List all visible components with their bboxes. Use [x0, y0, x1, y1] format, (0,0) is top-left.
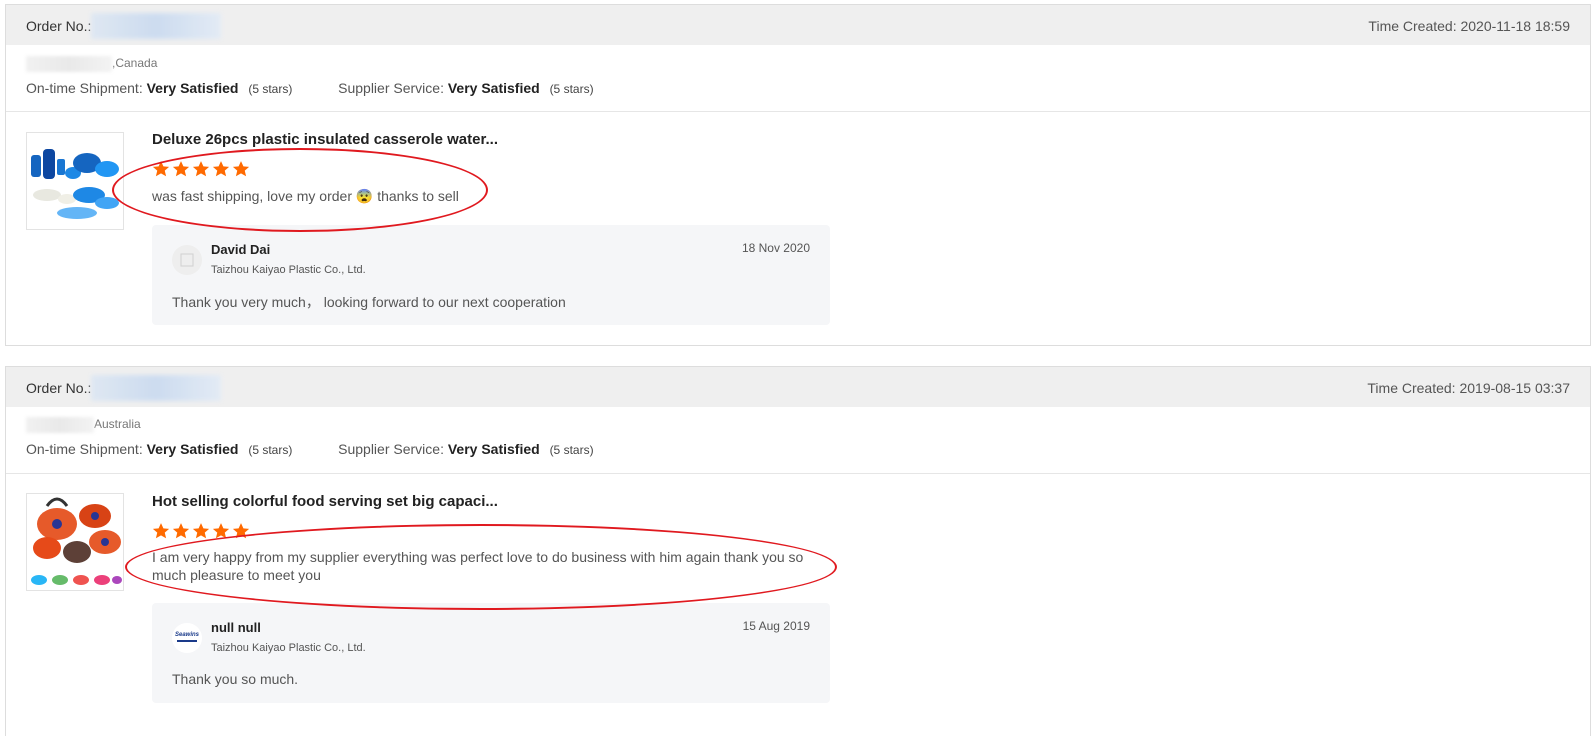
- replier-company: Taizhou Kaiyao Plastic Co., Ltd.: [211, 642, 366, 654]
- supplier-reply: David Dai Taizhou Kaiyao Plastic Co., Lt…: [152, 225, 830, 325]
- buyer-name-redacted: [26, 56, 112, 72]
- buyer-country: Australia: [94, 417, 141, 432]
- ratings-row: On-time Shipment: Very Satisfied (5 star…: [26, 441, 594, 457]
- supplier-service-label: Supplier Service:: [338, 441, 444, 457]
- supplier-service-value: Very Satisfied: [447, 441, 540, 457]
- supplier-logo-avatar: Seawins: [172, 623, 202, 653]
- on-time-shipment-value: Very Satisfied: [146, 441, 239, 457]
- supplier-service-label: Supplier Service:: [338, 80, 444, 96]
- review-star-rating: [152, 522, 252, 540]
- time-created: Time Created: 2020-11-18 18:59: [1368, 18, 1570, 34]
- star-icon: [232, 161, 250, 177]
- supplier-logo-text: Seawins: [175, 632, 200, 638]
- reply-date: 18 Nov 2020: [741, 241, 810, 255]
- reply-text: Thank you very much， looking forward to …: [172, 294, 566, 310]
- buyer-name-redacted: [26, 417, 94, 433]
- reply-date: 15 Aug 2019: [742, 619, 810, 633]
- ratings-row: On-time Shipment: Very Satisfied (5 star…: [26, 80, 594, 96]
- divider: [6, 473, 1590, 474]
- on-time-shipment-value: Very Satisfied: [146, 80, 239, 96]
- reply-text: Thank you so much.: [172, 671, 299, 687]
- time-created: Time Created: 2019-08-15 03:37: [1367, 380, 1570, 396]
- star-icon: [212, 161, 230, 177]
- buyer-location: ,Canada: [26, 56, 157, 72]
- star-icon: [192, 161, 210, 177]
- product-title-link[interactable]: Deluxe 26pcs plastic insulated casserole…: [152, 131, 498, 148]
- buyer-country: ,Canada: [112, 56, 158, 71]
- review-text: was fast shipping, love my order 😨 thank…: [152, 188, 459, 204]
- on-time-shipment-stars: (5 stars): [248, 443, 293, 457]
- star-icon: [152, 161, 170, 177]
- product-title-link[interactable]: Hot selling colorful food serving set bi…: [152, 493, 498, 510]
- order-header: Order No.: Time Created: 2019-08-15 03:3…: [6, 367, 1590, 407]
- replier-name: David Dai: [211, 242, 271, 257]
- supplier-reply: Seawins null null Taizhou Kaiyao Plastic…: [152, 603, 830, 703]
- on-time-shipment-stars: (5 stars): [248, 82, 293, 96]
- star-icon: [172, 161, 190, 177]
- buyer-location: Australia: [26, 417, 141, 433]
- order-number-redacted: [91, 13, 221, 39]
- review-text: I am very happy from my supplier everyth…: [152, 549, 804, 583]
- replier-name: null null: [211, 620, 261, 635]
- on-time-shipment-label: On-time Shipment:: [26, 441, 143, 457]
- star-icon: [172, 523, 190, 539]
- divider: [6, 111, 1590, 112]
- star-icon: [232, 523, 250, 539]
- product-thumbnail[interactable]: [26, 132, 124, 230]
- supplier-service-stars: (5 stars): [549, 443, 594, 457]
- supplier-service-value: Very Satisfied: [447, 80, 540, 96]
- on-time-shipment-label: On-time Shipment:: [26, 80, 143, 96]
- replier-company: Taizhou Kaiyao Plastic Co., Ltd.: [211, 264, 366, 276]
- product-thumbnail[interactable]: [26, 493, 124, 591]
- supplier-avatar: [172, 245, 202, 275]
- order-number-label: Order No.:: [26, 380, 92, 396]
- review-star-rating: [152, 160, 252, 178]
- order-card: Order No.: Time Created: 2020-11-18 18:5…: [5, 4, 1591, 346]
- star-icon: [192, 523, 210, 539]
- order-header: Order No.: Time Created: 2020-11-18 18:5…: [6, 5, 1590, 45]
- star-icon: [152, 523, 170, 539]
- order-number-redacted: [91, 375, 221, 401]
- star-icon: [212, 523, 230, 539]
- order-number-label: Order No.:: [26, 18, 92, 34]
- order-card: Order No.: Time Created: 2019-08-15 03:3…: [5, 366, 1591, 736]
- supplier-service-stars: (5 stars): [549, 82, 594, 96]
